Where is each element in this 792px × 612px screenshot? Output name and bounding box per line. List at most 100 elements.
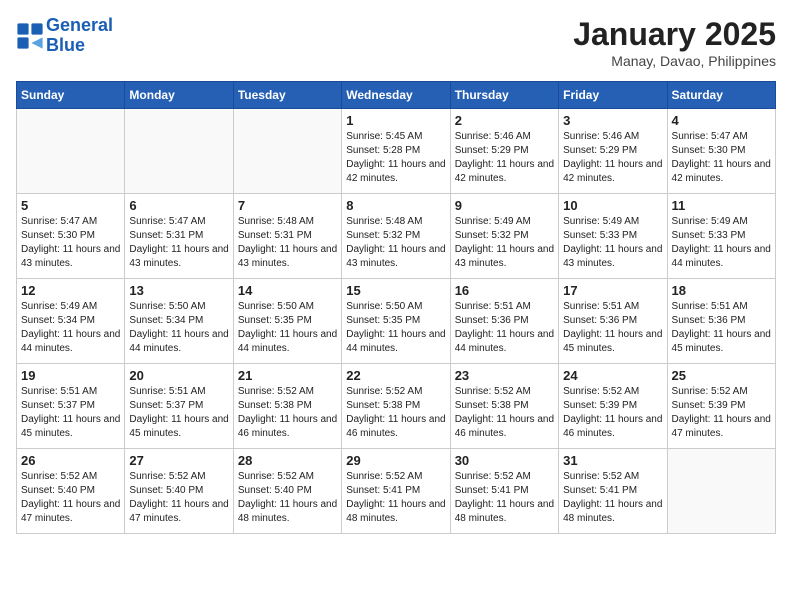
day-info: Sunrise: 5:51 AMSunset: 5:36 PMDaylight:…: [563, 300, 662, 356]
day-info: Sunrise: 5:47 AMSunset: 5:30 PMDaylight:…: [21, 215, 120, 271]
day-number: 2: [455, 113, 554, 128]
calendar-cell: 6Sunrise: 5:47 AMSunset: 5:31 PMDaylight…: [125, 194, 233, 279]
calendar-week-row: 26 Sunrise: 5:52 AMSunset: 5:40 PMDayligh…: [17, 449, 776, 534]
day-info: Sunrise: 5:52 AMSunset: 5:39 PMDaylight:…: [563, 385, 662, 441]
weekday-header: Thursday: [450, 82, 558, 109]
day-info: Sunrise: 5:52 AMSunset: 5:40 PMDaylight:…: [21, 470, 120, 526]
day-number: 23: [455, 368, 554, 383]
day-info: Sunrise: 5:52 AMSunset: 5:38 PMDaylight:…: [455, 385, 554, 441]
day-info: Sunrise: 5:51 AMSunset: 5:36 PMDaylight:…: [672, 300, 771, 356]
calendar-cell: 19 Sunrise: 5:51 AMSunset: 5:37 PMDayligh…: [17, 364, 125, 449]
day-number: 21: [238, 368, 337, 383]
day-info: Sunrise: 5:52 AMSunset: 5:41 PMDaylight:…: [455, 470, 554, 526]
calendar-cell: 14 Sunrise: 5:50 AMSunset: 5:35 PMDayligh…: [233, 279, 341, 364]
calendar-cell: 11Sunrise: 5:49 AMSunset: 5:33 PMDayligh…: [667, 194, 775, 279]
day-info: Sunrise: 5:50 AMSunset: 5:35 PMDaylight:…: [238, 300, 337, 356]
calendar-week-row: 19 Sunrise: 5:51 AMSunset: 5:37 PMDayligh…: [17, 364, 776, 449]
day-info: Sunrise: 5:51 AMSunset: 5:37 PMDaylight:…: [21, 385, 120, 441]
day-number: 26: [21, 453, 120, 468]
day-info: Sunrise: 5:49 AMSunset: 5:33 PMDaylight:…: [563, 215, 662, 271]
calendar-cell: [667, 449, 775, 534]
weekday-header: Friday: [559, 82, 667, 109]
calendar-cell: 29Sunrise: 5:52 AMSunset: 5:41 PMDayligh…: [342, 449, 450, 534]
day-number: 12: [21, 283, 120, 298]
month-title: January 2025: [573, 16, 776, 53]
calendar-cell: 31 Sunrise: 5:52 AMSunset: 5:41 PMDayligh…: [559, 449, 667, 534]
title-block: January 2025 Manay, Davao, Philippines: [573, 16, 776, 69]
day-info: Sunrise: 5:48 AMSunset: 5:32 PMDaylight:…: [346, 215, 445, 271]
day-number: 25: [672, 368, 771, 383]
calendar-cell: 24Sunrise: 5:52 AMSunset: 5:39 PMDayligh…: [559, 364, 667, 449]
day-info: Sunrise: 5:52 AMSunset: 5:40 PMDaylight:…: [238, 470, 337, 526]
page-header: General Blue January 2025 Manay, Davao, …: [16, 16, 776, 69]
location: Manay, Davao, Philippines: [573, 53, 776, 69]
logo-general: General: [46, 15, 113, 35]
day-number: 29: [346, 453, 445, 468]
calendar-cell: [125, 109, 233, 194]
calendar-cell: 25 Sunrise: 5:52 AMSunset: 5:39 PMDayligh…: [667, 364, 775, 449]
day-number: 1: [346, 113, 445, 128]
calendar-cell: 28 Sunrise: 5:52 AMSunset: 5:40 PMDayligh…: [233, 449, 341, 534]
day-number: 5: [21, 198, 120, 213]
day-number: 17: [563, 283, 662, 298]
day-info: Sunrise: 5:48 AMSunset: 5:31 PMDaylight:…: [238, 215, 337, 271]
calendar-cell: 20 Sunrise: 5:51 AMSunset: 5:37 PMDayligh…: [125, 364, 233, 449]
day-info: Sunrise: 5:46 AMSunset: 5:29 PMDaylight:…: [455, 130, 554, 186]
day-info: Sunrise: 5:52 AMSunset: 5:38 PMDaylight:…: [346, 385, 445, 441]
calendar-cell: 22 Sunrise: 5:52 AMSunset: 5:38 PMDayligh…: [342, 364, 450, 449]
calendar-week-row: 5 Sunrise: 5:47 AMSunset: 5:30 PMDaylight…: [17, 194, 776, 279]
day-number: 28: [238, 453, 337, 468]
calendar-cell: 18 Sunrise: 5:51 AMSunset: 5:36 PMDayligh…: [667, 279, 775, 364]
day-number: 31: [563, 453, 662, 468]
calendar-cell: 1 Sunrise: 5:45 AMSunset: 5:28 PMDaylight…: [342, 109, 450, 194]
calendar-cell: 13Sunrise: 5:50 AMSunset: 5:34 PMDayligh…: [125, 279, 233, 364]
day-info: Sunrise: 5:46 AMSunset: 5:29 PMDaylight:…: [563, 130, 662, 186]
logo: General Blue: [16, 16, 113, 56]
day-number: 19: [21, 368, 120, 383]
day-info: Sunrise: 5:45 AMSunset: 5:28 PMDaylight:…: [346, 130, 445, 186]
day-number: 7: [238, 198, 337, 213]
day-info: Sunrise: 5:49 AMSunset: 5:34 PMDaylight:…: [21, 300, 120, 356]
day-info: Sunrise: 5:52 AMSunset: 5:38 PMDaylight:…: [238, 385, 337, 441]
calendar-cell: 16 Sunrise: 5:51 AMSunset: 5:36 PMDayligh…: [450, 279, 558, 364]
day-info: Sunrise: 5:52 AMSunset: 5:41 PMDaylight:…: [563, 470, 662, 526]
day-number: 18: [672, 283, 771, 298]
day-number: 9: [455, 198, 554, 213]
calendar-cell: [17, 109, 125, 194]
calendar-cell: [233, 109, 341, 194]
day-number: 11: [672, 198, 771, 213]
calendar-cell: 21 Sunrise: 5:52 AMSunset: 5:38 PMDayligh…: [233, 364, 341, 449]
day-info: Sunrise: 5:51 AMSunset: 5:36 PMDaylight:…: [455, 300, 554, 356]
calendar-cell: 15Sunrise: 5:50 AMSunset: 5:35 PMDayligh…: [342, 279, 450, 364]
logo-icon: [16, 22, 44, 50]
day-info: Sunrise: 5:52 AMSunset: 5:39 PMDaylight:…: [672, 385, 771, 441]
weekday-header: Tuesday: [233, 82, 341, 109]
calendar-cell: 2 Sunrise: 5:46 AMSunset: 5:29 PMDaylight…: [450, 109, 558, 194]
day-number: 22: [346, 368, 445, 383]
calendar-cell: 26 Sunrise: 5:52 AMSunset: 5:40 PMDayligh…: [17, 449, 125, 534]
day-number: 3: [563, 113, 662, 128]
day-info: Sunrise: 5:52 AMSunset: 5:40 PMDaylight:…: [129, 470, 228, 526]
calendar-cell: 10Sunrise: 5:49 AMSunset: 5:33 PMDayligh…: [559, 194, 667, 279]
weekday-header-row: SundayMondayTuesdayWednesdayThursdayFrid…: [17, 82, 776, 109]
day-number: 20: [129, 368, 228, 383]
day-info: Sunrise: 5:49 AMSunset: 5:32 PMDaylight:…: [455, 215, 554, 271]
calendar-cell: 8 Sunrise: 5:48 AMSunset: 5:32 PMDaylight…: [342, 194, 450, 279]
day-number: 16: [455, 283, 554, 298]
calendar-cell: 23 Sunrise: 5:52 AMSunset: 5:38 PMDayligh…: [450, 364, 558, 449]
day-number: 6: [129, 198, 228, 213]
calendar-cell: 7 Sunrise: 5:48 AMSunset: 5:31 PMDaylight…: [233, 194, 341, 279]
calendar-week-row: 1 Sunrise: 5:45 AMSunset: 5:28 PMDaylight…: [17, 109, 776, 194]
weekday-header: Wednesday: [342, 82, 450, 109]
day-number: 8: [346, 198, 445, 213]
day-info: Sunrise: 5:51 AMSunset: 5:37 PMDaylight:…: [129, 385, 228, 441]
weekday-header: Saturday: [667, 82, 775, 109]
calendar-cell: 30Sunrise: 5:52 AMSunset: 5:41 PMDayligh…: [450, 449, 558, 534]
day-number: 14: [238, 283, 337, 298]
calendar-cell: 5 Sunrise: 5:47 AMSunset: 5:30 PMDaylight…: [17, 194, 125, 279]
weekday-header: Sunday: [17, 82, 125, 109]
weekday-header: Monday: [125, 82, 233, 109]
calendar-cell: 4Sunrise: 5:47 AMSunset: 5:30 PMDaylight…: [667, 109, 775, 194]
calendar-cell: 17 Sunrise: 5:51 AMSunset: 5:36 PMDayligh…: [559, 279, 667, 364]
logo-blue: Blue: [46, 36, 113, 56]
